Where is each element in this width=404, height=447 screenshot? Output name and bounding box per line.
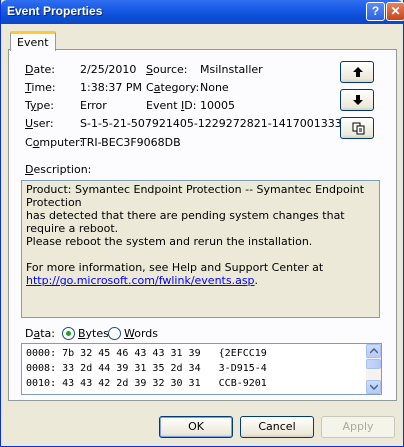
words-radio[interactable] [108, 327, 121, 340]
event-id-label: Event ID: [146, 99, 197, 112]
time-value: 1:38:37 PM [80, 81, 143, 94]
computer-label: Computer: [25, 136, 84, 149]
data-line: 0010: 43 43 42 2d 39 32 30 31 CCB-9201 [26, 378, 267, 389]
description-line: For more information, see Help and Suppo… [26, 261, 324, 274]
description-label: Description: [25, 163, 92, 176]
source-value: MsiInstaller [200, 63, 263, 76]
words-radio-label[interactable]: Words [124, 327, 158, 340]
category-value: None [200, 81, 229, 94]
cancel-button[interactable]: Cancel [240, 416, 314, 438]
description-box[interactable]: Product: Symantec Endpoint Protection --… [21, 180, 380, 318]
next-event-button[interactable] [340, 89, 374, 111]
data-line: 0000: 7b 32 45 46 43 43 31 39 {2EFCC19 [26, 348, 267, 359]
description-line: Product: Symantec Endpoint Protection --… [26, 183, 365, 209]
user-label: User: [25, 117, 54, 130]
category-label: Category: [146, 81, 200, 94]
previous-event-button[interactable] [340, 61, 374, 83]
data-scrollbar[interactable] [366, 344, 381, 394]
bytes-radio-label[interactable]: Bytes [78, 327, 109, 340]
ok-button[interactable]: OK [159, 416, 233, 438]
tab-event[interactable]: Event [10, 31, 56, 51]
data-label: Data: [25, 327, 55, 340]
tab-event-label: Event [17, 36, 49, 49]
type-value: Error [80, 99, 107, 112]
bytes-radio[interactable] [62, 327, 75, 340]
help-button[interactable]: ? [366, 2, 385, 21]
scroll-down-button[interactable] [366, 380, 381, 394]
type-label: Type: [25, 99, 54, 112]
close-button[interactable]: ✕ [386, 2, 404, 21]
scroll-up-button[interactable] [366, 344, 381, 358]
time-label: Time: [25, 81, 56, 94]
event-properties-dialog: Event Properties ? ✕ Event Date: 2/25/20… [0, 0, 404, 447]
link-suffix: . [254, 274, 259, 287]
data-line: 0008: 33 2d 44 39 31 35 2d 34 3-D915-4 [26, 363, 267, 374]
help-link[interactable]: http://go.microsoft.com/fwlink/events.as… [26, 274, 255, 287]
computer-value: TRI-BEC3F9068DB [80, 136, 181, 149]
description-line: Please reboot the system and rerun the i… [26, 235, 313, 248]
title-bar[interactable]: Event Properties ? ✕ [1, 0, 404, 24]
copy-button[interactable] [340, 117, 374, 139]
apply-button[interactable]: Apply [321, 416, 395, 438]
description-line: has detected that there are pending syst… [26, 209, 345, 235]
window-title: Event Properties [7, 4, 103, 18]
data-box[interactable]: 0000: 7b 32 45 46 43 43 31 39 {2EFCC19 0… [21, 343, 382, 395]
user-value: S-1-5-21-507921405-1229272821-1417001333… [80, 117, 360, 130]
source-label: Source: [146, 63, 188, 76]
date-value: 2/25/2010 [80, 63, 137, 76]
scroll-thumb[interactable] [366, 359, 381, 369]
event-id-value: 10005 [200, 99, 235, 112]
date-label: Date: [25, 63, 56, 76]
